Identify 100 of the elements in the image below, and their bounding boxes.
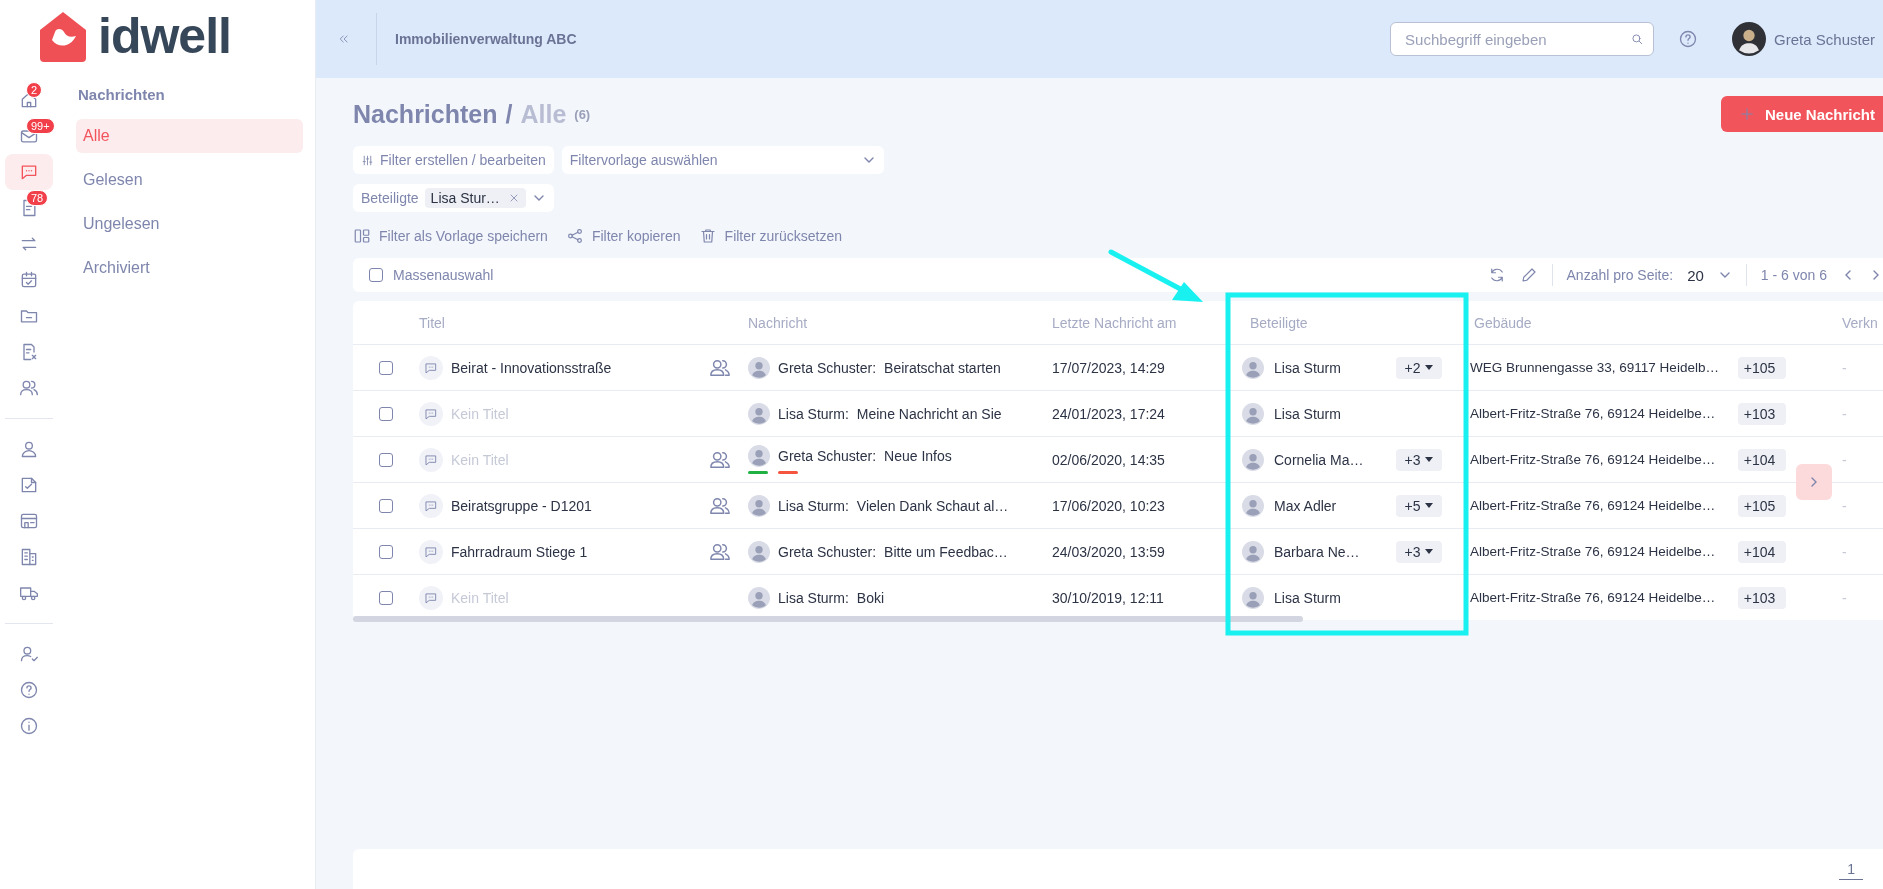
submenu-item[interactable]: Ungelesen [76,207,303,241]
submenu-item[interactable]: Archiviert [76,251,303,285]
sender-name: Lisa Sturm: [778,497,849,514]
page-button[interactable]: 1 [1839,858,1863,880]
trash-icon [698,227,717,245]
column-header: Gebäude [1473,313,1533,333]
conversation-title[interactable]: Beiratsgruppe - D1201 [451,497,592,514]
page-subtitle: Alle [520,99,567,129]
count-badge: 99+ [26,118,55,134]
bulk-select-label[interactable]: Massenauswahl [393,267,494,283]
checkbox[interactable] [369,268,383,282]
rail-item[interactable] [5,154,53,190]
calendar-icon [19,270,39,290]
avatar[interactable] [1732,22,1767,56]
caret-icon [1425,549,1434,554]
avatar [1242,586,1264,609]
pencil-icon [1519,266,1538,284]
sender-name: Lisa Sturm: [778,589,849,606]
store-icon [19,511,39,531]
conversation-title[interactable]: Beirat - Innovationsstraße [451,359,612,376]
participant-name: Max Adler [1274,497,1338,514]
filter-label: Beteiligte [361,190,419,206]
filter-chip[interactable]: Lisa Stur… [424,188,526,208]
scrollbar[interactable] [353,616,1303,622]
more-buildings-button[interactable]: +104 [1738,448,1786,471]
checkbox[interactable] [379,498,393,513]
avatar [748,540,770,563]
rail-item[interactable]: 2 [5,82,53,118]
section-title: Nachrichten [78,86,166,103]
checkbox[interactable] [379,452,393,467]
sender-name: Greta Schuster: [778,543,877,560]
user-name[interactable]: Greta Schuster [1774,30,1875,48]
caret-icon [1425,457,1434,462]
more-participants-button[interactable]: +3 [1396,540,1442,563]
more-buildings-button[interactable]: +105 [1738,356,1786,379]
column-header: Nachricht [748,313,809,333]
avatar [748,586,770,609]
message-preview: Boki [856,589,885,606]
org-title: Immobilienverwaltung ABC [395,31,577,47]
note-icon [19,475,39,495]
submenu-item[interactable]: Alle [76,119,303,153]
plus-icon [1738,106,1755,122]
help-icon [1678,29,1699,49]
checkbox[interactable] [379,406,393,421]
filter-action[interactable]: Filter kopieren [565,227,681,245]
message-preview: Vielen Dank Schaut al… [856,497,1009,514]
column-header: Letzte Nachricht am [1052,313,1178,333]
building-address: Albert-Fritz-Straße 76, 69124 Heidelbe… [1470,544,1717,559]
avatar [748,494,770,517]
search-icon [1630,32,1645,46]
page-range: 1 - 6 von 6 [1760,267,1827,283]
more-participants-button[interactable]: +2 [1396,356,1442,379]
per-page-select[interactable]: 20 [1687,266,1704,284]
more-buildings-button[interactable]: +104 [1738,540,1786,563]
breadcrumb-separator: / [505,99,513,129]
more-buildings-button[interactable]: +103 [1738,402,1786,425]
sender-name: Greta Schuster: [778,359,877,376]
sender-name: Lisa Sturm: [778,405,849,422]
filter-action[interactable]: Filter als Vorlage speichern [353,227,548,245]
template-dropdown[interactable]: Filtervorlage auswählen [561,146,884,174]
table-cell-text: - [1841,450,1848,470]
checkbox[interactable] [379,544,393,559]
info-icon [19,716,39,736]
new-message-button[interactable]: Neue Nachricht [1720,96,1883,132]
rail-item[interactable]: 99+ [5,118,53,154]
table-cell-text: 17/07/2023, 14:29 [1052,358,1166,378]
share-icon [565,227,584,245]
more-participants-button[interactable]: +5 [1396,494,1442,517]
avatar [1242,402,1264,425]
building-address: Albert-Fritz-Straße 76, 69124 Heidelbe… [1470,498,1717,513]
table-cell-text: 24/01/2023, 17:24 [1052,404,1166,424]
building-address: Albert-Fritz-Straße 76, 69124 Heidelbe… [1470,452,1717,467]
users-icon [19,378,39,398]
table-cell-text: - [1841,358,1848,378]
building-icon [19,547,39,567]
caret-icon [1425,365,1434,370]
column-header: Verkn [1841,313,1879,333]
column-header: Titel [419,313,446,333]
table-cell-text: - [1841,404,1848,424]
filter-edit-button[interactable]: Filter erstellen / bearbeiten [353,146,554,174]
checkbox[interactable] [379,590,393,605]
search-field[interactable]: Suchbegriff eingeben [1390,22,1655,56]
participant-name: Lisa Sturm [1274,359,1342,376]
more-buildings-button[interactable]: +105 [1738,494,1786,517]
message-count: (6) [574,106,591,122]
rail-item[interactable]: 78 [5,190,53,226]
user-check-icon [19,644,39,664]
conversation-title[interactable]: Fahrradraum Stiege 1 [451,543,588,560]
message-preview: Beiratschat starten [884,359,1001,376]
filter-action[interactable]: Filter zurücksetzen [698,227,843,245]
submenu-item[interactable]: Gelesen [76,163,303,197]
per-page-label: Anzahl pro Seite: [1566,267,1674,283]
logo-text: idwell [98,8,231,64]
more-participants-button[interactable]: +3 [1396,448,1442,471]
checkbox[interactable] [379,360,393,375]
participant-name: Lisa Sturm [1274,405,1342,422]
more-buildings-button[interactable]: +103 [1738,586,1786,609]
avatar [1242,356,1264,379]
layout-icon [353,227,371,245]
participant-filter[interactable]: Beteiligte Lisa Stur… [353,184,554,212]
